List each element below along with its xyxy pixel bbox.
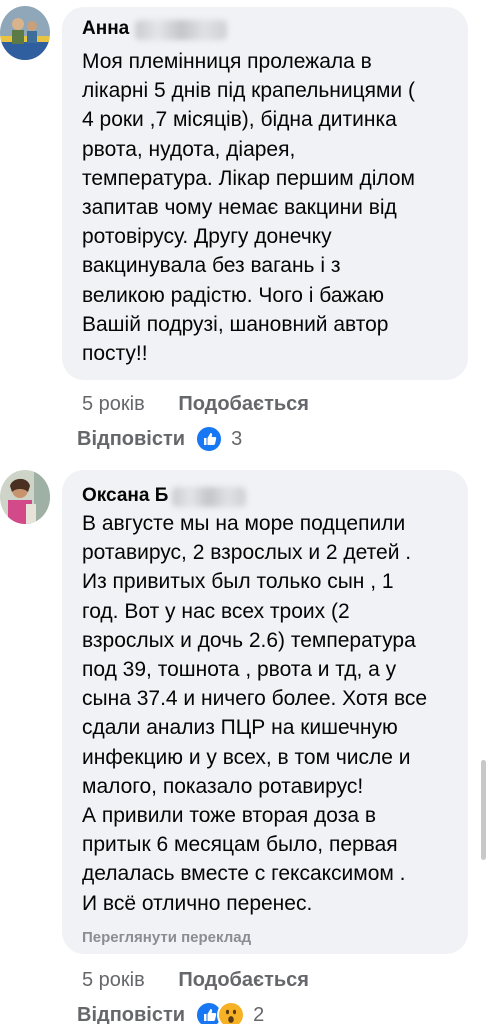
- like-icon[interactable]: [195, 425, 224, 453]
- comment-time[interactable]: 5 років: [82, 393, 145, 415]
- comment-author[interactable]: Оксана Б: [82, 485, 168, 507]
- see-translation-link[interactable]: Переглянути переклад: [82, 929, 251, 946]
- comment-text: В августе мы на море подцепили ротавирус…: [82, 512, 428, 915]
- comments-page: Анна Моя племінниця пролежала в лікарні …: [0, 0, 486, 1024]
- reply-row: Відповісти 3: [77, 425, 242, 453]
- reply-row: Відповісти 2: [77, 1001, 264, 1024]
- comment-text: Моя племінниця пролежала в лікарні 5 дні…: [82, 50, 415, 366]
- comment-author[interactable]: Анна: [82, 18, 129, 40]
- reply-button[interactable]: Відповісти: [77, 1004, 185, 1024]
- comment-time[interactable]: 5 років: [82, 969, 145, 991]
- comment-meta: 5 років Подобається: [82, 393, 309, 416]
- like-button[interactable]: Подобається: [178, 969, 309, 991]
- avatar-photo: [0, 6, 50, 60]
- reply-button[interactable]: Відповісти: [77, 428, 185, 451]
- scrollbar[interactable]: [481, 760, 486, 860]
- avatar[interactable]: [0, 470, 50, 524]
- wow-icon[interactable]: [217, 1001, 246, 1024]
- reaction-count[interactable]: 3: [231, 428, 242, 451]
- comment-meta: 5 років Подобається: [82, 969, 309, 992]
- reaction-count[interactable]: 2: [253, 1004, 264, 1024]
- comment-bubble: Оксана Б В августе мы на море подцепили …: [62, 470, 468, 954]
- avatar[interactable]: [0, 6, 50, 60]
- avatar-photo: [0, 470, 50, 524]
- like-button[interactable]: Подобається: [178, 393, 309, 415]
- author-surname-blur: [172, 487, 246, 507]
- comment-bubble: Анна Моя племінниця пролежала в лікарні …: [62, 7, 468, 380]
- author-surname-blur: [135, 20, 227, 40]
